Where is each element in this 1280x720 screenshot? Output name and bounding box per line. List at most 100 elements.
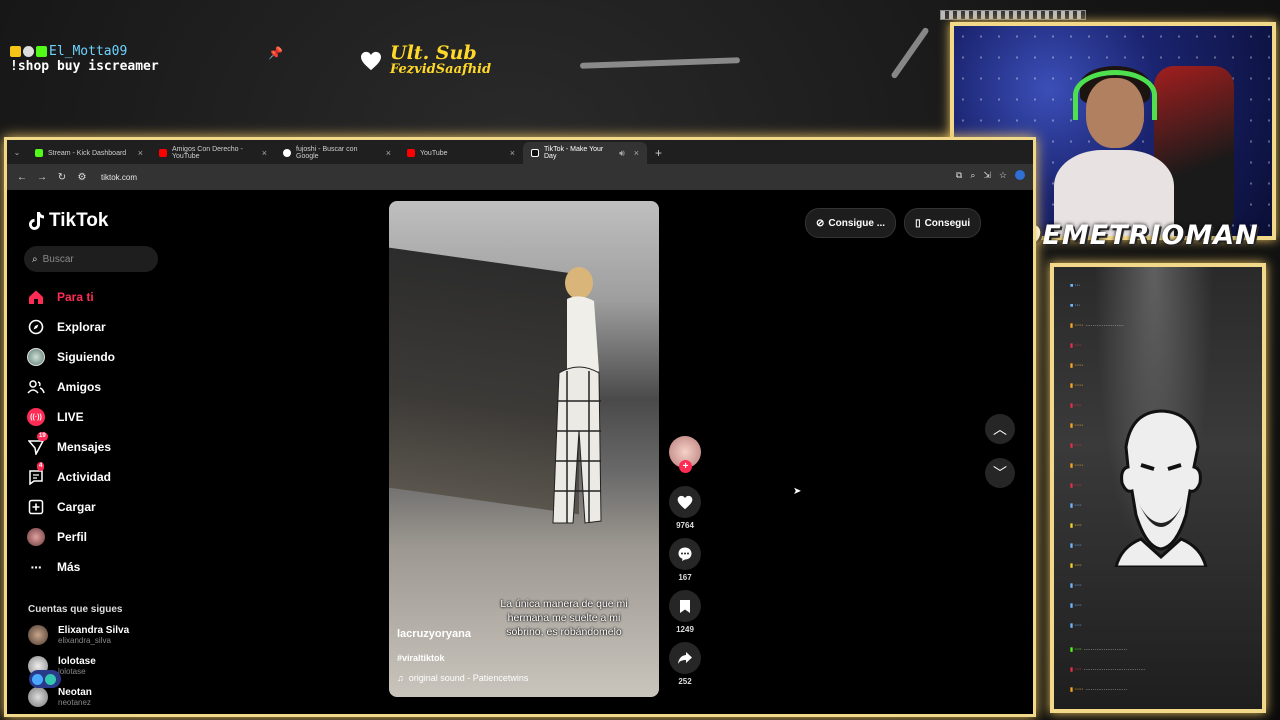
- video-actions: + 9764 167 1249 252: [667, 436, 703, 694]
- close-icon[interactable]: ×: [138, 148, 143, 158]
- new-tab-button[interactable]: +: [647, 142, 670, 164]
- zoom-icon[interactable]: ⌕: [970, 170, 975, 181]
- get-app-button[interactable]: ▯ Consegui: [904, 208, 982, 238]
- sidebar-item-label: Para ti: [57, 290, 94, 304]
- tab-label: Stream - Kick Dashboard: [48, 149, 127, 157]
- tiktok-page: TikTok ⌕ Buscar Para ti Explorar Siguien…: [7, 190, 1033, 714]
- bearded-man-logo: [1114, 409, 1208, 567]
- chat-line: ▮ ····: [1070, 583, 1082, 589]
- next-video-button[interactable]: ﹀: [985, 458, 1015, 488]
- compass-icon: [27, 318, 45, 336]
- speaker-icon[interactable]: 🔊︎: [619, 148, 625, 159]
- sidebar-item-label: LIVE: [57, 410, 84, 424]
- save-action[interactable]: 1249: [667, 590, 703, 634]
- tiktok-icon: [531, 149, 539, 157]
- browser-window: ⌄ Stream - Kick Dashboard × Amigos Con D…: [4, 137, 1036, 717]
- tab-label: TikTok - Make Your Day: [544, 146, 604, 160]
- button-label: Consegui: [924, 217, 971, 229]
- creator-avatar[interactable]: +: [669, 436, 701, 473]
- tab-kick-dashboard[interactable]: Stream - Kick Dashboard ×: [27, 142, 151, 164]
- tab-tiktok[interactable]: TikTok - Make Your Day 🔊︎ ×: [523, 142, 647, 164]
- youtube-icon: [159, 149, 167, 157]
- search-input[interactable]: ⌕ Buscar: [24, 246, 158, 272]
- bookmark-star-icon[interactable]: ☆: [999, 170, 1007, 181]
- sidebar-item-mas[interactable]: ··· Más: [27, 552, 115, 582]
- install-icon[interactable]: ⇲: [983, 170, 991, 181]
- following-account[interactable]: Elixandra Silva elixandra_silva: [28, 625, 129, 645]
- sidebar-item-mensajes[interactable]: 19 Mensajes: [27, 432, 115, 462]
- chat-line: ▮ ···· ························: [1070, 647, 1128, 653]
- last-sub-name: FezvidSaafhid: [390, 62, 492, 77]
- sidebar-item-label: Actividad: [57, 470, 112, 484]
- tab-youtube-amigos[interactable]: Amigos Con Derecho - YouTube ×: [151, 142, 275, 164]
- close-icon[interactable]: ×: [634, 148, 639, 158]
- video-sound[interactable]: ♫ original sound - Patiencetwins: [397, 673, 528, 683]
- sidebar-item-cargar[interactable]: Cargar: [27, 492, 115, 522]
- close-icon[interactable]: ×: [510, 148, 515, 158]
- close-icon[interactable]: ×: [262, 148, 267, 158]
- chat-username: El_Motta09: [49, 44, 128, 59]
- video-username[interactable]: lacruzyoryana: [397, 628, 471, 640]
- tab-google-search[interactable]: fujoshi - Buscar con Google ×: [275, 142, 399, 164]
- floating-widget[interactable]: [29, 670, 61, 688]
- tiktok-wordmark: TikTok: [49, 210, 109, 231]
- browser-toolbar-right: ⧉ ⌕ ⇲ ☆: [956, 170, 1025, 181]
- account-name: Elixandra Silva: [58, 625, 130, 636]
- following-account[interactable]: Neotan neotanez: [28, 687, 92, 707]
- share-action[interactable]: 252: [667, 642, 703, 686]
- crown-icon: [10, 46, 21, 57]
- chat-line: ▮ ····: [1070, 543, 1082, 549]
- share-count: 252: [678, 677, 692, 686]
- home-icon: [27, 288, 45, 306]
- tab-label: Amigos Con Derecho - YouTube: [172, 146, 243, 160]
- sidebar-item-amigos[interactable]: Amigos: [27, 372, 115, 402]
- url-field[interactable]: tiktok.com: [101, 173, 137, 182]
- like-action[interactable]: 9764: [667, 486, 703, 530]
- translate-icon[interactable]: ⧉: [956, 170, 962, 181]
- comment-action[interactable]: 167: [667, 538, 703, 582]
- sidebar-item-para-ti[interactable]: Para ti: [27, 282, 115, 312]
- forward-icon[interactable]: →: [37, 172, 47, 183]
- sidebar-item-actividad[interactable]: 4 Actividad: [27, 462, 115, 492]
- sidebar-item-perfil[interactable]: Perfil: [27, 522, 115, 552]
- coin-icon: ⊘: [816, 217, 825, 229]
- ceiling-light: [579, 57, 741, 69]
- avatar: [28, 625, 48, 645]
- site-info-icon[interactable]: ⚙: [77, 172, 87, 183]
- ceiling-light: [890, 26, 930, 80]
- follow-plus-icon[interactable]: +: [679, 460, 692, 473]
- mouse-cursor: ➤: [793, 486, 802, 497]
- sidebar-item-live[interactable]: ((·)) LIVE: [27, 402, 115, 432]
- reload-icon[interactable]: ↻: [57, 172, 67, 183]
- account-handle: neotanez: [58, 698, 91, 707]
- tab-youtube[interactable]: YouTube ×: [399, 142, 523, 164]
- tab-search-chevron-icon[interactable]: ⌄: [7, 142, 27, 164]
- heart-icon[interactable]: [669, 486, 701, 518]
- share-icon[interactable]: [669, 642, 701, 674]
- streamer-name: DEMETRIOMAN: [1019, 220, 1259, 251]
- back-icon[interactable]: ←: [17, 172, 27, 183]
- sidebar-item-explorar[interactable]: Explorar: [27, 312, 115, 342]
- close-icon[interactable]: ×: [386, 148, 391, 158]
- heart-icon: [361, 51, 381, 70]
- chat-line: ▮ ·····: [1070, 383, 1084, 389]
- account-handle: elixandra_silva: [58, 636, 111, 645]
- previous-video-button[interactable]: ︿: [985, 414, 1015, 444]
- chat-line: ▮ ·····: [1070, 363, 1084, 369]
- bookmark-icon[interactable]: [669, 590, 701, 622]
- more-icon: ···: [30, 559, 43, 575]
- account-name: lolotase: [58, 656, 96, 667]
- video-player[interactable]: La única manera de que mi hermana me sue…: [389, 201, 659, 697]
- sidebar-item-siguiendo[interactable]: Siguiendo: [27, 342, 115, 372]
- comment-icon[interactable]: [669, 538, 701, 570]
- search-placeholder: Buscar: [42, 253, 74, 265]
- upload-icon: [27, 498, 45, 516]
- widget-icon: [45, 673, 56, 685]
- profile-icon[interactable]: [1015, 170, 1025, 180]
- video-hashtag[interactable]: #viraltiktok: [397, 653, 445, 663]
- get-coins-button[interactable]: ⊘ Consigue ...: [805, 208, 897, 238]
- top-right-buttons: ⊘ Consigue ... ▯ Consegui: [805, 208, 982, 238]
- button-label: Consigue ...: [828, 217, 886, 229]
- chat-line: ▮ ·····: [1070, 423, 1084, 429]
- tiktok-logo[interactable]: TikTok: [27, 210, 108, 232]
